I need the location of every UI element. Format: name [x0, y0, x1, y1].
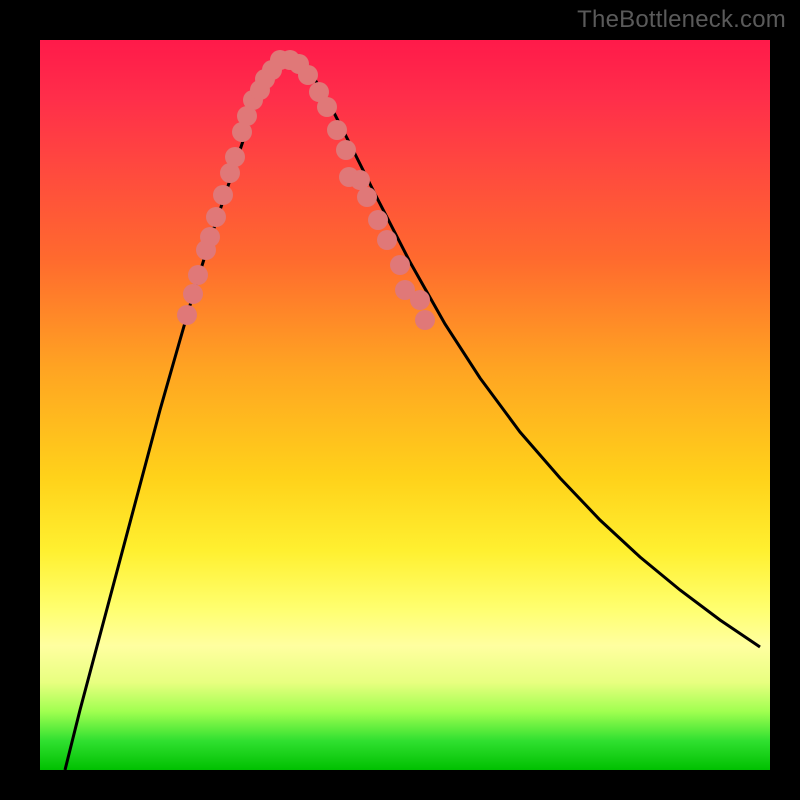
- curve-marker: [377, 230, 397, 250]
- curve-marker: [298, 65, 318, 85]
- curve-markers: [177, 50, 435, 330]
- curve-marker: [200, 227, 220, 247]
- canvas: TheBottleneck.com: [0, 0, 800, 800]
- chart-overlay: [40, 40, 770, 770]
- curve-marker: [225, 147, 245, 167]
- curve-marker: [213, 185, 233, 205]
- curve-marker: [410, 290, 430, 310]
- curve-marker: [390, 255, 410, 275]
- curve-marker: [206, 207, 226, 227]
- curve-marker: [183, 284, 203, 304]
- curve-marker: [188, 265, 208, 285]
- bottleneck-curve: [65, 55, 760, 770]
- plot-area: [40, 40, 770, 770]
- curve-marker: [327, 120, 347, 140]
- curve-marker: [368, 210, 388, 230]
- curve-marker: [415, 310, 435, 330]
- curve-marker: [336, 140, 356, 160]
- curve-marker: [177, 305, 197, 325]
- curve-marker: [357, 187, 377, 207]
- watermark: TheBottleneck.com: [577, 6, 786, 34]
- curve-marker: [317, 97, 337, 117]
